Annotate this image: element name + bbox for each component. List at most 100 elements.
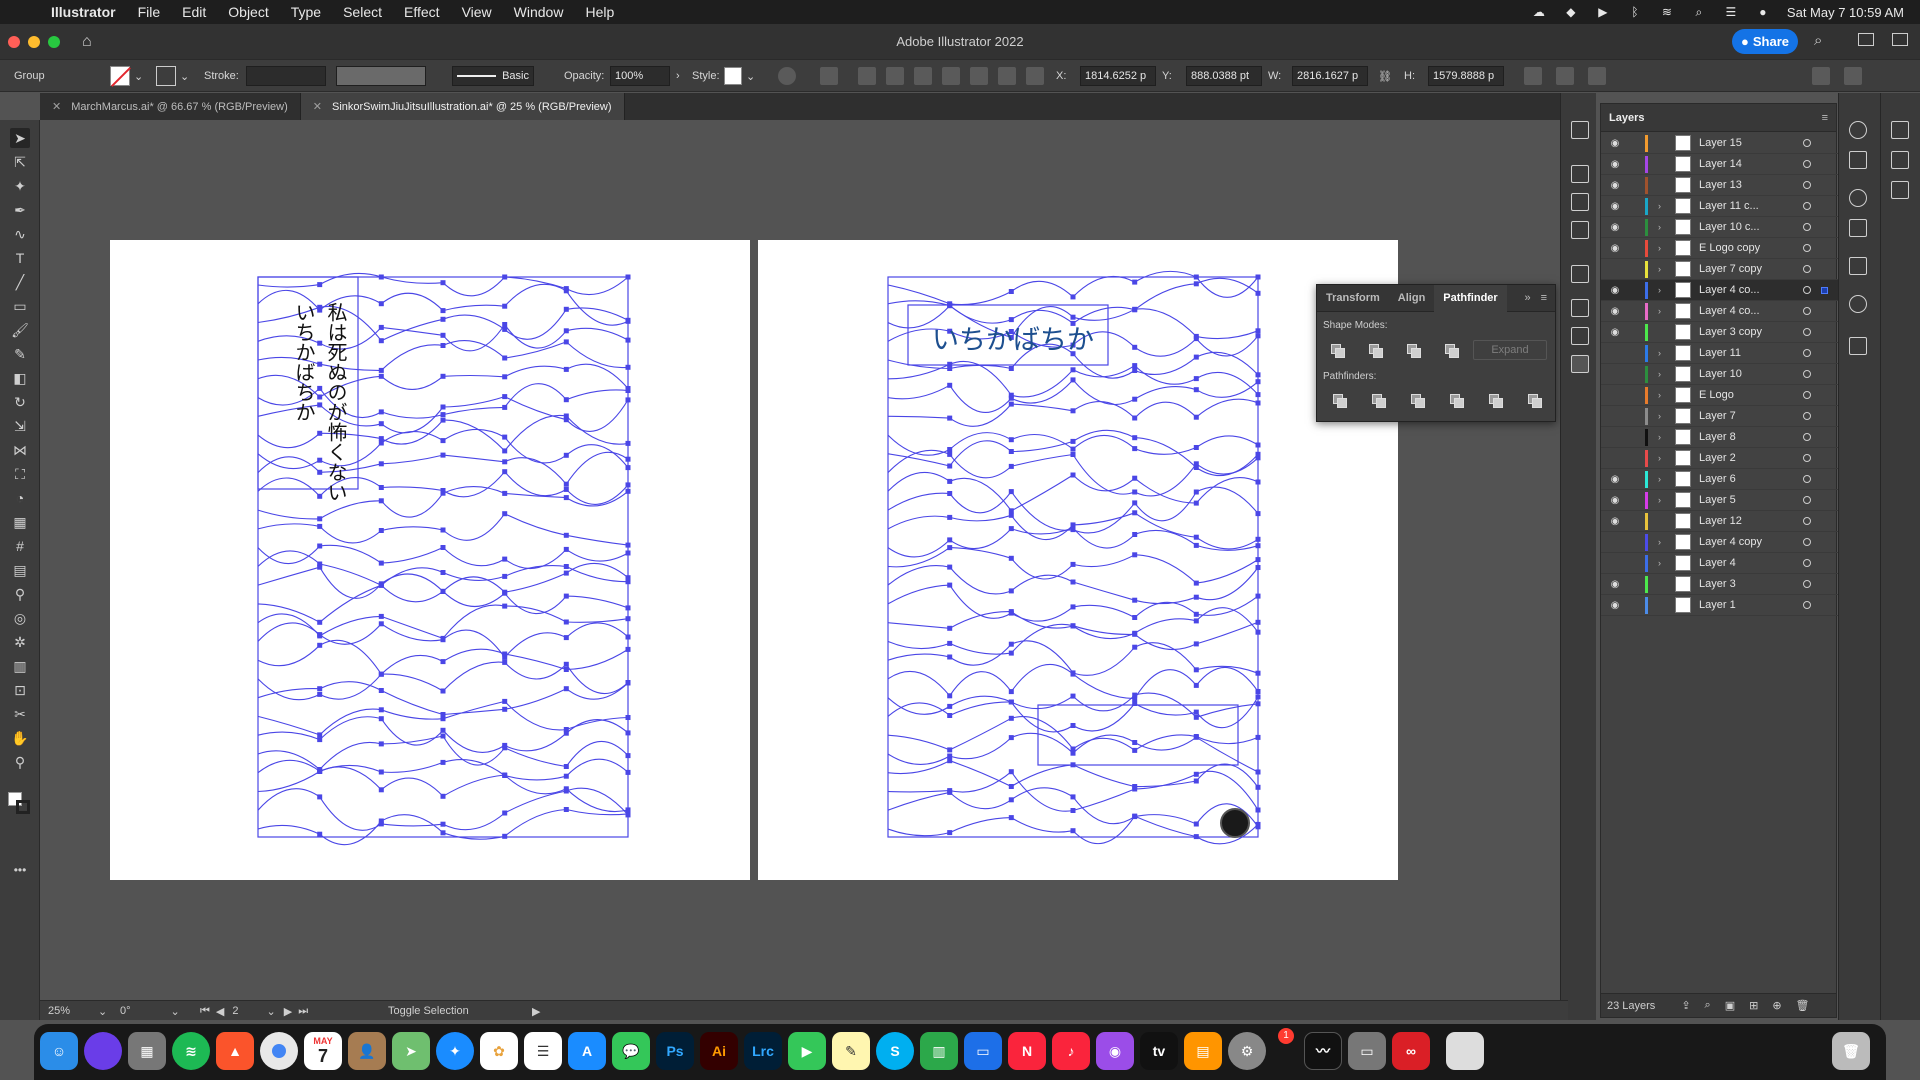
perspective-grid-tool-icon[interactable]: ▦ [10,512,30,532]
gradient-tool-icon[interactable]: ▤ [10,560,30,580]
menu-type[interactable]: Type [280,4,332,20]
unite-button[interactable] [1329,342,1347,360]
clock[interactable]: Sat May 7 10:59 AM [1787,5,1904,20]
artboard-tool-icon[interactable]: ⊡ [10,680,30,700]
menu-file[interactable]: File [127,4,172,20]
control-center-icon[interactable]: ☰ [1723,5,1739,19]
target-icon[interactable] [1803,202,1811,210]
shape-builder-tool-icon[interactable]: ◔ [10,488,30,508]
expand-arrow-icon[interactable]: › [1658,222,1661,232]
artboard-number[interactable]: 2 [232,1005,238,1017]
dock-lightroom-icon[interactable]: Lrc [744,1032,782,1070]
panel-menu-icon[interactable]: ≡ [1822,112,1828,124]
target-icon[interactable] [1803,181,1811,189]
align-top-icon[interactable] [942,67,960,85]
align-left-icon[interactable] [858,67,876,85]
free-transform-tool-icon[interactable]: ⛶ [10,464,30,484]
chevron-down-icon[interactable]: ⌄ [134,70,143,83]
brushes-icon[interactable] [1571,193,1589,211]
dock-facetime-icon[interactable]: ▶ [788,1032,826,1070]
width-tool-icon[interactable]: ⋈ [10,440,30,460]
layer-name[interactable]: Layer 3 copy [1699,326,1762,338]
first-artboard-icon[interactable]: ⏮ [200,1005,210,1018]
stroke-panel-icon[interactable] [1571,265,1589,283]
symbol-sprayer-tool-icon[interactable]: ✲ [10,632,30,652]
expand-arrow-icon[interactable]: › [1658,537,1661,547]
control-bar-menu-icon[interactable] [1844,67,1862,85]
layers-title[interactable]: Layers [1609,112,1644,124]
tab-transform[interactable]: Transform [1317,285,1389,312]
target-icon[interactable] [1803,475,1811,483]
layer-name[interactable]: Layer 14 [1699,158,1742,170]
layer-name[interactable]: Layer 10 c... [1699,221,1760,233]
panel-icon[interactable] [1892,33,1908,46]
dock-notes-icon[interactable]: ✎ [832,1032,870,1070]
layer-name[interactable]: Layer 4 co... [1699,305,1760,317]
dock-calendar-icon[interactable]: MAY 7 [304,1032,342,1070]
layer-row[interactable]: ◉ Layer 1 [1601,595,1838,616]
layer-row[interactable]: › Layer 7 copy [1601,259,1838,280]
menu-view[interactable]: View [451,4,503,20]
layer-row[interactable]: › Layer 11 [1601,343,1838,364]
merge-button[interactable] [1409,392,1427,410]
scale-tool-icon[interactable]: ⇲ [10,416,30,436]
tab-pathfinder[interactable]: Pathfinder [1434,284,1507,312]
dock-tv-icon[interactable]: tv [1140,1032,1178,1070]
target-icon[interactable] [1803,454,1811,462]
brush-definition[interactable]: Basic [452,66,534,86]
dropbox-icon[interactable]: ◆ [1563,5,1579,19]
artboard-1[interactable]: 私は死ぬのが怖くない いちかばちか [110,240,750,880]
expand-arrow-icon[interactable]: › [1658,306,1661,316]
magic-wand-tool-icon[interactable]: ✦ [10,176,30,196]
visibility-eye-icon[interactable]: ◉ [1608,600,1622,611]
visibility-eye-icon[interactable]: ◉ [1608,474,1622,485]
layer-name[interactable]: Layer 7 copy [1699,263,1762,275]
visibility-eye-icon[interactable]: ◉ [1608,243,1622,254]
dock-contacts-icon[interactable]: 👤 [348,1032,386,1070]
menu-effect[interactable]: Effect [393,4,451,20]
dock-finder-icon[interactable]: ☺ [40,1032,78,1070]
layer-name[interactable]: E Logo copy [1699,242,1760,254]
dock-chrome-icon[interactable] [260,1032,298,1070]
clipping-mask-icon[interactable]: ▣ [1725,999,1735,1012]
variable-width-field[interactable] [336,66,426,86]
dock-music-icon[interactable]: ♪ [1052,1032,1090,1070]
color-icon[interactable] [1849,121,1867,139]
play-icon[interactable]: ▶ [1595,5,1611,19]
status-menu-icon[interactable]: ▶ [532,1005,540,1018]
menu-object[interactable]: Object [217,4,279,20]
visibility-eye-icon[interactable]: ◉ [1608,306,1622,317]
visibility-eye-icon[interactable]: ◉ [1608,138,1622,149]
selection-tool-icon[interactable]: ➤ [10,128,30,148]
type-tool-icon[interactable]: T [10,248,30,268]
target-icon[interactable] [1803,265,1811,273]
minus-front-button[interactable] [1367,342,1385,360]
layer-name[interactable]: Layer 4 co... [1699,284,1760,296]
eyedropper-tool-icon[interactable]: ⚲ [10,584,30,604]
x-field[interactable]: 1814.6252 p [1080,66,1156,86]
layer-name[interactable]: Layer 7 [1699,410,1736,422]
menu-window[interactable]: Window [503,4,575,20]
dock-siri-icon[interactable] [84,1032,122,1070]
rotation-view[interactable]: 0° [120,1005,131,1017]
chevron-down-icon[interactable]: ⌄ [98,1005,107,1018]
tab-align[interactable]: Align [1389,285,1435,312]
dock-creative-cloud-icon[interactable]: ∞ [1392,1032,1430,1070]
canvas[interactable]: 私は死ぬのが怖くない いちかばちか いちかばちか [40,120,1545,1000]
expand-arrow-icon[interactable]: › [1658,201,1661,211]
minus-back-button[interactable] [1526,392,1544,410]
layer-name[interactable]: Layer 12 [1699,515,1742,527]
dock-illustrator-icon[interactable]: Ai [700,1032,738,1070]
layer-row[interactable]: ◉ › Layer 4 co... [1601,280,1838,301]
tab-sinkorswim[interactable]: ✕ SinkorSwimJiuJitsuIllustration.ai* @ 25… [300,93,625,120]
vertical-text-1[interactable]: 私は死ぬのが怖くない [322,302,351,502]
close-window-button[interactable] [8,35,20,48]
expand-arrow-icon[interactable]: › [1658,348,1661,358]
dock-maps-icon[interactable]: ➤ [392,1032,430,1070]
layer-name[interactable]: Layer 5 [1699,494,1736,506]
rectangle-tool-icon[interactable]: ▭ [10,296,30,316]
layer-name[interactable]: Layer 13 [1699,179,1742,191]
target-icon[interactable] [1803,517,1811,525]
layer-row[interactable]: ◉ Layer 14 [1601,154,1838,175]
share-button[interactable]: ● Share [1732,29,1798,54]
